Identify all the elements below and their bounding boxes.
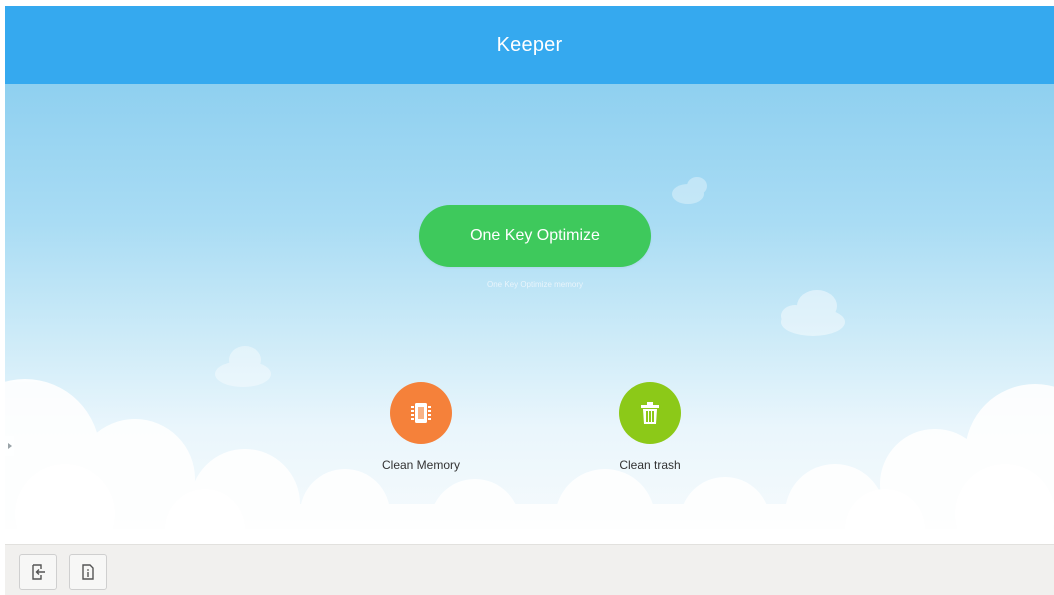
keeper-app: Keeper One Key Optimize One Key Optimize… <box>5 6 1054 595</box>
trash-can-icon <box>641 402 659 424</box>
clean-trash-action[interactable]: Clean trash <box>590 382 710 472</box>
clean-trash-label: Clean trash <box>619 458 681 472</box>
cloud-decoration <box>5 177 1054 544</box>
clean-memory-label: Clean Memory <box>381 458 461 472</box>
side-panel-toggle[interactable] <box>5 436 14 456</box>
exit-icon <box>32 564 45 580</box>
optimize-subtitle: One Key Optimize memory <box>486 280 584 289</box>
info-button[interactable] <box>69 554 107 590</box>
clean-memory-button[interactable] <box>390 382 452 444</box>
exit-button[interactable] <box>19 554 57 590</box>
info-icon <box>82 564 94 580</box>
app-title: Keeper <box>496 33 563 56</box>
caret-right-icon <box>7 443 12 449</box>
memory-chip-icon <box>411 403 431 423</box>
clean-trash-button[interactable] <box>619 382 681 444</box>
one-key-optimize-button[interactable]: One Key Optimize <box>419 205 651 267</box>
clean-memory-action[interactable]: Clean Memory <box>361 382 481 472</box>
title-bar: Keeper <box>5 6 1054 84</box>
sky-background: One Key Optimize One Key Optimize memory… <box>5 84 1054 544</box>
bottom-toolbar <box>5 544 1054 595</box>
